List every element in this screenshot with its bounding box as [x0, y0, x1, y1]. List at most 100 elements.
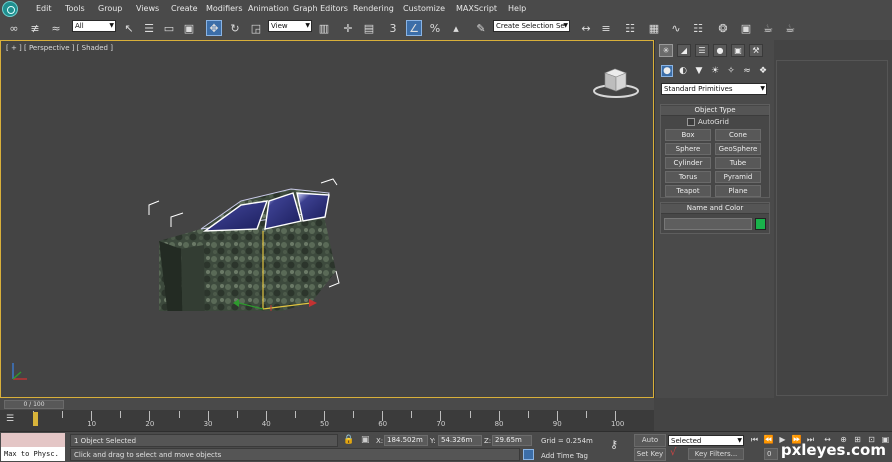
time-tag-icon[interactable] [523, 449, 534, 460]
menu-modifiers[interactable]: Modifiers [206, 4, 243, 13]
unlink-icon[interactable]: ≢ [27, 20, 43, 36]
object-type-title[interactable]: Object Type [661, 106, 769, 116]
layer-manager-icon[interactable]: ☷ [622, 20, 638, 36]
manipulate-icon[interactable]: ✛ [340, 20, 356, 36]
create-tab-icon[interactable]: ✳ [659, 44, 673, 57]
box-button[interactable]: Box [665, 129, 711, 141]
cone-button[interactable]: Cone [715, 129, 761, 141]
helpers-icon[interactable]: ✧ [725, 65, 737, 77]
named-selection-set-dropdown[interactable]: Create Selection Se ▼ [493, 20, 570, 32]
display-tab-icon[interactable]: ▣ [731, 44, 745, 57]
selection-lock-icon[interactable]: 🔒 [343, 435, 354, 446]
x-coordinate-field[interactable]: 184.502m [384, 435, 428, 446]
render-setup-icon[interactable]: ▣ [738, 20, 754, 36]
viewcube-icon[interactable] [591, 65, 641, 101]
link-icon[interactable]: ∞ [6, 20, 22, 36]
add-time-tag[interactable]: Add Time Tag [541, 452, 588, 460]
torus-button[interactable]: Torus [665, 171, 711, 183]
geosphere-button[interactable]: GeoSphere [715, 143, 761, 155]
space-warps-icon[interactable]: ≈ [741, 65, 753, 77]
menu-graph-editors[interactable]: Graph Editors [293, 4, 348, 13]
rendered-frame-window-icon[interactable]: ☕ [760, 20, 776, 36]
pivot-center-icon[interactable]: ▥ [316, 20, 332, 36]
time-slider-track[interactable] [0, 398, 654, 410]
motion-tab-icon[interactable]: ● [713, 44, 727, 57]
menu-group[interactable]: Group [98, 4, 122, 13]
selection-filter-dropdown[interactable]: All ▼ [72, 20, 116, 32]
name-and-color-title[interactable]: Name and Color [661, 204, 769, 214]
keyboard-shortcut-override-icon[interactable]: ▤ [361, 20, 377, 36]
maxscript-listener-pink[interactable] [1, 433, 65, 447]
current-frame-marker[interactable] [33, 412, 38, 426]
cylinder-button[interactable]: Cylinder [665, 157, 711, 169]
curve-editor-icon[interactable]: ∿ [668, 20, 684, 36]
utilities-tab-icon[interactable]: ⚒ [749, 44, 763, 57]
perspective-viewport[interactable]: [ + ] [ Perspective ] [ Shaded ] [0, 40, 654, 398]
cameras-icon[interactable]: ☀ [709, 65, 721, 77]
menu-views[interactable]: Views [136, 4, 159, 13]
menu-animation[interactable]: Animation [248, 4, 289, 13]
teapot-button[interactable]: Teapot [665, 185, 711, 197]
application-logo-icon[interactable] [2, 1, 18, 17]
maxscript-mini-listener[interactable]: Max to Physc. [1, 447, 65, 461]
align-icon[interactable]: ≡ [598, 20, 614, 36]
material-editor-icon[interactable]: ❂ [715, 20, 731, 36]
pyramid-button[interactable]: Pyramid [715, 171, 761, 183]
percent-snap-icon[interactable]: % [427, 20, 443, 36]
previous-frame-icon[interactable]: ⏪ [763, 434, 774, 445]
y-coordinate-field[interactable]: 54.326m [438, 435, 482, 446]
snaps-toggle-icon[interactable]: 3 [385, 20, 401, 36]
menu-help[interactable]: Help [508, 4, 526, 13]
menu-customize[interactable]: Customize [403, 4, 445, 13]
z-coordinate-field[interactable]: 29.65m [492, 435, 532, 446]
key-filters-button[interactable]: Key Filters... [688, 448, 744, 460]
plane-button[interactable]: Plane [715, 185, 761, 197]
window-crossing-icon[interactable]: ▣ [181, 20, 197, 36]
set-key-button[interactable]: Set Key [634, 448, 666, 461]
lights-icon[interactable]: ▼ [693, 65, 705, 77]
select-and-rotate-icon[interactable]: ↻ [227, 20, 243, 36]
time-slider-thumb[interactable]: 0 / 100 [4, 400, 64, 409]
default-tangent-icon[interactable]: √ [670, 447, 684, 460]
frame-ruler[interactable]: 10 20 30 40 50 60 70 80 90 100 [33, 410, 624, 431]
menu-maxscript[interactable]: MAXScript [456, 4, 497, 13]
go-to-start-icon[interactable]: ⏮ [749, 434, 760, 445]
car-model[interactable] [141, 171, 351, 311]
key-mode-dropdown[interactable]: Selected ▼ [668, 435, 744, 446]
select-by-name-icon[interactable]: ☰ [141, 20, 157, 36]
hierarchy-tab-icon[interactable]: ☰ [695, 44, 709, 57]
geometry-icon[interactable]: ● [661, 65, 673, 77]
bind-space-warp-icon[interactable]: ≈ [48, 20, 64, 36]
shapes-icon[interactable]: ◐ [677, 65, 689, 77]
schematic-view-icon[interactable]: ☷ [690, 20, 706, 36]
mirror-icon[interactable]: ↔ [578, 20, 594, 36]
track-bar[interactable]: ☰ 10 20 30 40 50 60 70 80 90 100 [0, 410, 654, 431]
key-icon[interactable]: ⚷ [610, 438, 628, 452]
select-and-move-icon[interactable]: ✥ [206, 20, 222, 36]
mini-curve-editor-icon[interactable]: ☰ [6, 414, 20, 424]
object-name-field[interactable] [664, 218, 752, 230]
primitive-category-dropdown[interactable]: Standard Primitives ▼ [661, 83, 767, 95]
object-color-swatch[interactable] [755, 218, 766, 230]
select-and-scale-icon[interactable]: ◲ [248, 20, 264, 36]
menu-create[interactable]: Create [171, 4, 198, 13]
spinner-snap-icon[interactable]: ▴ [448, 20, 464, 36]
auto-key-button[interactable]: Auto Key [634, 434, 666, 455]
graphite-ribbon-icon[interactable]: ▦ [646, 20, 662, 36]
select-object-icon[interactable]: ↖ [121, 20, 137, 36]
viewport-label[interactable]: [ + ] [ Perspective ] [ Shaded ] [6, 44, 113, 52]
absolute-transform-icon[interactable]: ▣ [361, 435, 371, 446]
autogrid-checkbox[interactable] [687, 118, 695, 126]
reference-coordinate-dropdown[interactable]: View ▼ [268, 20, 312, 32]
tube-button[interactable]: Tube [715, 157, 761, 169]
angle-snap-icon[interactable]: ∠ [406, 20, 422, 36]
menu-edit[interactable]: Edit [36, 4, 52, 13]
modify-tab-icon[interactable]: ◢ [677, 44, 691, 57]
current-frame-field[interactable]: 0 [764, 448, 778, 460]
render-production-icon[interactable]: ☕ [782, 20, 798, 36]
sphere-button[interactable]: Sphere [665, 143, 711, 155]
menu-tools[interactable]: Tools [65, 4, 85, 13]
systems-icon[interactable]: ❖ [757, 65, 769, 77]
rectangular-selection-icon[interactable]: ▭ [161, 20, 177, 36]
edit-named-selection-icon[interactable]: ✎ [473, 20, 489, 36]
